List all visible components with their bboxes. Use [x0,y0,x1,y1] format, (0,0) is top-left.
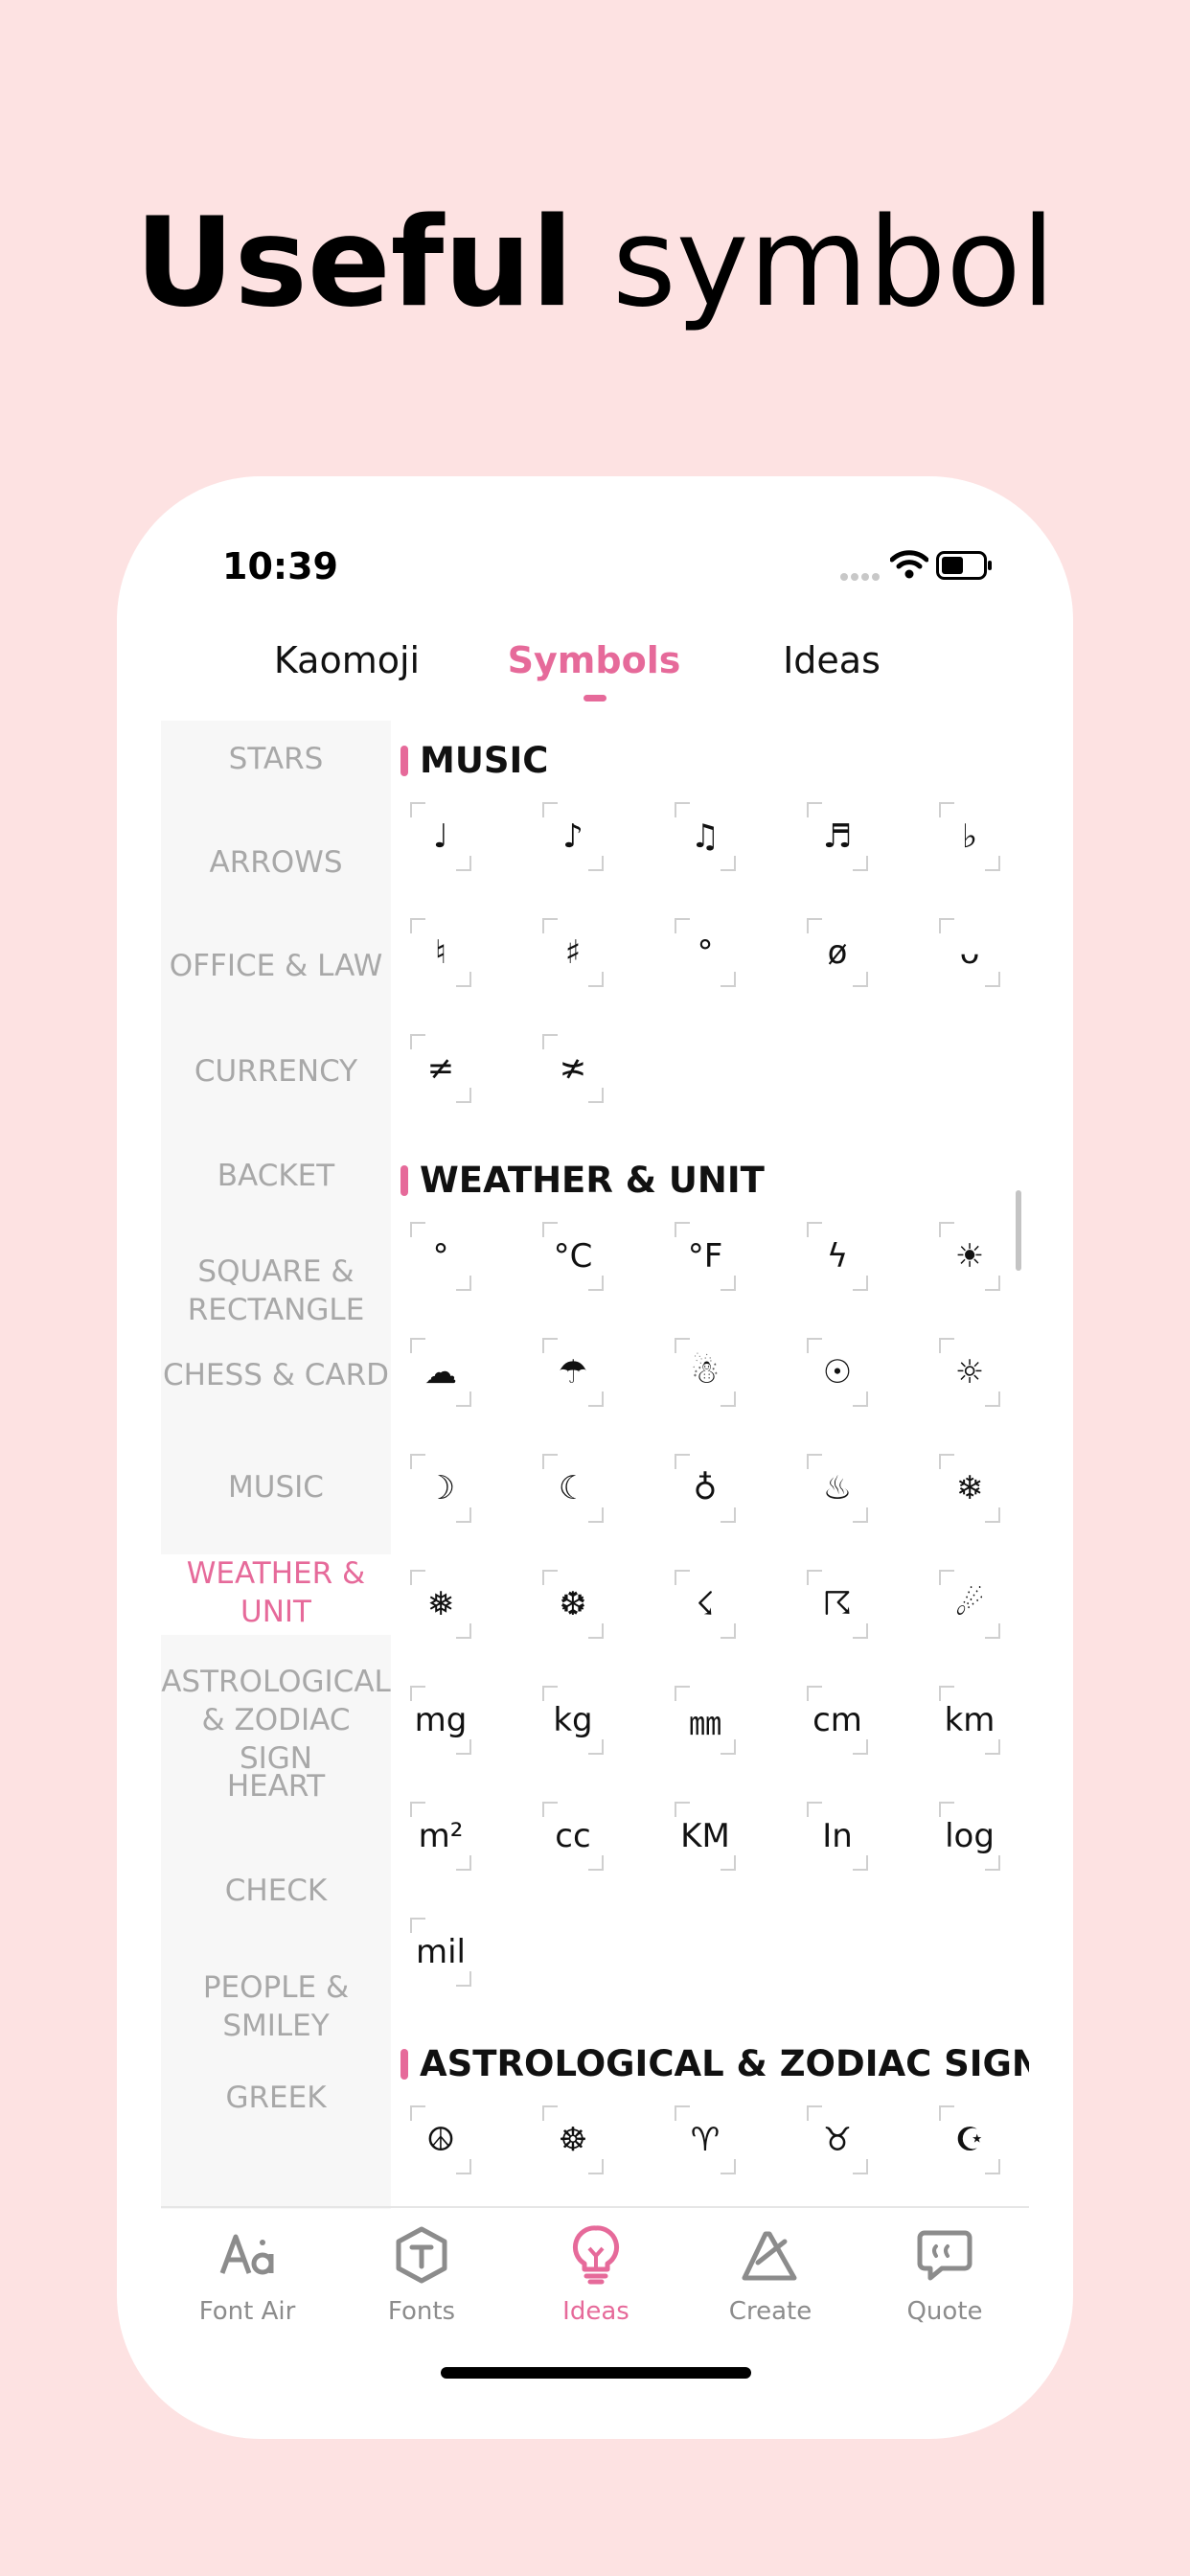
symbol-cell[interactable]: ϟ [807,1222,868,1291]
tab-bar-item-font-air[interactable]: Font Air [161,2220,333,2326]
headline-light: symbol [612,192,1056,334]
symbol-cell[interactable]: ☇ [675,1570,736,1639]
symbol-cell[interactable]: mg [410,1686,471,1755]
status-time: 10:39 [222,545,338,587]
tab-bar-label: Font Air [198,2297,296,2326]
symbol-cell[interactable]: mil [410,1918,471,1987]
lightbulb-icon [510,2220,682,2289]
create-icon [684,2220,857,2289]
headline-bold: Useful [134,192,574,334]
fonts-icon [335,2220,508,2289]
symbol-cell[interactable]: ♯ [542,918,604,987]
tab-bar-label: Create [728,2297,812,2326]
category-weather-unit[interactable]: WEATHER & UNIT [161,1554,391,1635]
category-square-rectangle[interactable]: SQUARE & RECTANGLE [161,1253,391,1329]
category-stars[interactable]: STARS [161,740,391,778]
symbol-cell[interactable]: ♫ [675,802,736,871]
category-office-law[interactable]: OFFICE & LAW [161,947,391,985]
section-title: MUSIC [400,740,548,781]
top-tabs: Kaomoji Symbols Ideas [117,639,1073,716]
symbol-cell[interactable]: °C [542,1222,604,1291]
symbol-cell[interactable]: ☽ [410,1454,471,1523]
symbol-cell[interactable]: ᴗ [939,918,1000,987]
scrollbar[interactable] [1016,1190,1021,1271]
symbol-cell[interactable]: ø [807,918,868,987]
symbol-cell[interactable]: ☮ [410,2105,471,2174]
symbol-cell[interactable]: ♨ [807,1454,868,1523]
font-air-icon [161,2220,333,2289]
symbol-cell[interactable]: ☾ [542,1454,604,1523]
wifi-icon [890,550,928,579]
tab-kaomoji[interactable]: Kaomoji [274,639,420,681]
symbol-cell[interactable]: cm [807,1686,868,1755]
symbol-cell[interactable]: ㎜ [675,1686,736,1755]
symbol-cell[interactable]: ♁ [675,1454,736,1523]
symbol-cell[interactable]: log [939,1802,1000,1871]
category-people-smiley[interactable]: PEOPLE & SMILEY [161,1968,391,2045]
symbol-cell[interactable]: ♪ [542,802,604,871]
tab-symbols[interactable]: Symbols [508,639,681,681]
phone-frame: 10:39 Kaomoji Symbols Ideas STARS ARROWS OFF… [117,476,1073,2439]
category-check[interactable]: CHECK [161,1872,391,1910]
section-title: WEATHER & UNIT [400,1160,765,1201]
symbol-cell[interactable]: ≭ [542,1034,604,1103]
symbol-list[interactable]: MUSIC ♩ ♪ ♫ ♬ ♭ ♮ ♯ ° ø ᴗ ≠ ≭ WEATHER & UNIT ° °C °F ϟ ☀ ☁ ☂… [391,721,1029,2209]
home-indicator[interactable] [441,2367,751,2379]
symbol-cell[interactable]: ☼ [939,1338,1000,1407]
symbol-cell[interactable]: ♩ [410,802,471,871]
category-heart[interactable]: HEART [161,1767,391,1806]
headline: Useful symbol [0,187,1190,340]
symbol-cell[interactable]: ° [675,918,736,987]
symbol-cell[interactable]: ☈ [807,1570,868,1639]
tab-bar-item-create[interactable]: Create [684,2220,857,2326]
tab-bar-item-fonts[interactable]: Fonts [335,2220,508,2326]
tab-bar-item-ideas[interactable]: Ideas [510,2220,682,2326]
symbol-cell[interactable]: m² [410,1802,471,1871]
symbol-cell[interactable]: ❅ [410,1570,471,1639]
symbol-cell[interactable]: ♈ [675,2105,736,2174]
tab-bar-label: Quote [906,2297,983,2326]
symbol-cell[interactable]: ≠ [410,1034,471,1103]
symbol-cell[interactable]: ♬ [807,802,868,871]
symbol-cell[interactable]: ❆ [542,1570,604,1639]
symbol-cell[interactable]: ♉ [807,2105,868,2174]
symbol-cell[interactable]: ☸ [542,2105,604,2174]
symbol-cell[interactable]: ° [410,1222,471,1291]
category-astrological-zodiac-sign[interactable]: ASTROLOGICAL & ZODIAC SIGN [161,1663,391,1778]
symbol-cell[interactable]: °F [675,1222,736,1291]
section-title: ASTROLOGICAL & ZODIAC SIGN [400,2043,1029,2084]
symbol-cell[interactable]: ☪ [939,2105,1000,2174]
symbol-cell[interactable]: ☀ [939,1222,1000,1291]
category-currency[interactable]: CURRENCY [161,1052,391,1091]
symbol-cell[interactable]: ☂ [542,1338,604,1407]
symbol-cell[interactable]: ☃ [675,1338,736,1407]
category-sidebar[interactable]: STARS ARROWS OFFICE & LAW CURRENCY BACKET SQU… [161,721,391,2209]
symbol-cell[interactable]: ♭ [939,802,1000,871]
symbol-cell[interactable]: km [939,1686,1000,1755]
category-music[interactable]: MUSIC [161,1468,391,1506]
tab-ideas[interactable]: Ideas [783,639,881,681]
tab-bar-label: Ideas [562,2297,629,2326]
symbol-cell[interactable]: ☉ [807,1338,868,1407]
symbol-cell[interactable]: ☁ [410,1338,471,1407]
symbol-cell[interactable]: KM [675,1802,736,1871]
symbol-cell[interactable]: cc [542,1802,604,1871]
active-tab-indicator [584,695,606,702]
symbol-cell[interactable]: ❄ [939,1454,1000,1523]
symbol-cell[interactable]: In [807,1802,868,1871]
quote-icon [858,2220,1031,2289]
category-backet[interactable]: BACKET [161,1157,391,1195]
tab-bar-label: Fonts [387,2297,456,2326]
symbol-cell[interactable]: kg [542,1686,604,1755]
symbol-browser: STARS ARROWS OFFICE & LAW CURRENCY BACKET SQU… [161,721,1029,2209]
battery-icon [936,551,992,580]
category-arrows[interactable]: ARROWS [161,843,391,882]
tab-bar-item-quote[interactable]: Quote [858,2220,1031,2326]
signal-icon [840,566,882,581]
symbol-cell[interactable]: ♮ [410,918,471,987]
category-greek[interactable]: GREEK [161,2079,391,2117]
tab-bar-divider [161,2206,1029,2208]
symbol-cell[interactable]: ☄ [939,1570,1000,1639]
category-chess-card[interactable]: CHESS & CARD [161,1356,391,1394]
